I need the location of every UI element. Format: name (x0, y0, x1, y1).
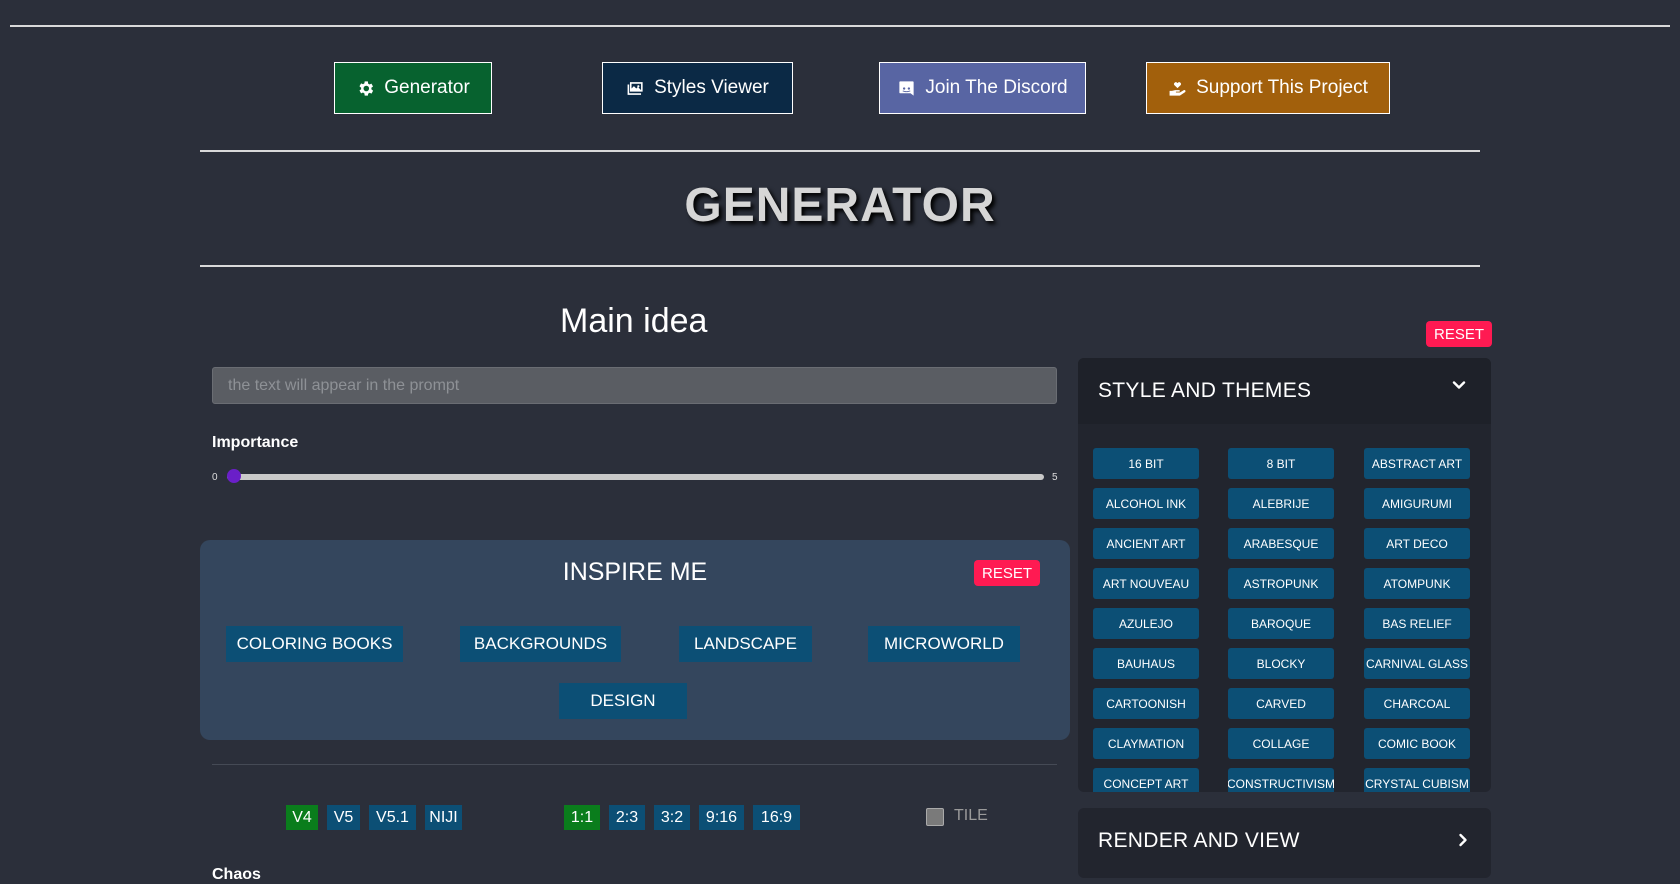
importance-label: Importance (212, 434, 299, 451)
style-button[interactable]: BLOCKY (1228, 648, 1334, 679)
page-title: GENERATOR (684, 179, 996, 232)
importance-min-label: 0 (212, 472, 218, 483)
chevron-right-icon[interactable] (1456, 833, 1470, 847)
style-and-themes-title: STYLE AND THEMES (1098, 379, 1312, 402)
style-button[interactable]: BAS RELIEF (1364, 608, 1470, 639)
options-divider (212, 764, 1057, 765)
style-button[interactable]: COMIC BOOK (1364, 728, 1470, 759)
generator-nav-label: Generator (384, 77, 470, 98)
render-and-view-title: RENDER AND VIEW (1098, 829, 1300, 852)
ratio-1-1-button[interactable]: 1:1 (564, 805, 600, 830)
version-v5-button[interactable]: V5 (327, 805, 360, 830)
ratio-9-16-button[interactable]: 9:16 (699, 805, 744, 830)
importance-slider[interactable] (227, 474, 1044, 480)
style-button[interactable]: CLAYMATION (1093, 728, 1199, 759)
discord-icon (899, 80, 915, 96)
style-and-themes-panel: STYLE AND THEMES 16 BIT 8 BIT ABSTRACT ART… (1078, 358, 1491, 792)
style-button[interactable]: ALCOHOL INK (1093, 488, 1199, 519)
header-divider-bottom (200, 265, 1480, 267)
style-button[interactable]: CARVED (1228, 688, 1334, 719)
gear-icon (359, 80, 374, 96)
style-button[interactable]: ATOMPUNK (1364, 568, 1470, 599)
importance-max-label: 5 (1052, 472, 1058, 483)
style-button[interactable]: ABSTRACT ART (1364, 448, 1470, 479)
style-button[interactable]: 8 BIT (1228, 448, 1334, 479)
style-button[interactable]: CARNIVAL GLASS (1364, 648, 1470, 679)
ratio-2-3-button[interactable]: 2:3 (609, 805, 645, 830)
style-button[interactable]: COLLAGE (1228, 728, 1334, 759)
styles-reset-button[interactable]: RESET (1426, 321, 1492, 347)
style-button[interactable]: ART DECO (1364, 528, 1470, 559)
inspire-coloring-books-button[interactable]: COLORING BOOKS (226, 626, 403, 662)
render-and-view-panel[interactable]: RENDER AND VIEW (1078, 808, 1491, 878)
inspire-backgrounds-button[interactable]: BACKGROUNDS (460, 626, 621, 662)
main-idea-title: Main idea (560, 302, 708, 340)
tile-checkbox[interactable] (926, 808, 944, 826)
styles-viewer-nav-button[interactable]: Styles Viewer (602, 62, 793, 114)
style-button[interactable]: CONCEPT ART (1093, 768, 1199, 792)
style-buttons-grid[interactable]: 16 BIT 8 BIT ABSTRACT ART ALCOHOL INK ALEBRI… (1078, 424, 1491, 792)
inspire-design-button[interactable]: DESIGN (559, 683, 687, 719)
style-button[interactable]: ANCIENT ART (1093, 528, 1199, 559)
support-nav-button[interactable]: Support This Project (1146, 62, 1390, 114)
style-button[interactable]: CRYSTAL CUBISM (1364, 768, 1470, 792)
header-divider-top (200, 150, 1480, 152)
style-button[interactable]: ALEBRIJE (1228, 488, 1334, 519)
inspire-microworld-button[interactable]: MICROWORLD (868, 626, 1020, 662)
images-icon (627, 81, 643, 95)
discord-nav-button[interactable]: Join The Discord (879, 62, 1086, 114)
style-button[interactable]: AMIGURUMI (1364, 488, 1470, 519)
inspire-me-title: INSPIRE ME (562, 558, 708, 586)
style-and-themes-header[interactable]: STYLE AND THEMES (1078, 358, 1491, 424)
style-button[interactable]: BAROQUE (1228, 608, 1334, 639)
styles-viewer-nav-label: Styles Viewer (654, 77, 769, 98)
ratio-16-9-button[interactable]: 16:9 (753, 805, 800, 830)
style-button[interactable]: ARABESQUE (1228, 528, 1334, 559)
chaos-label: Chaos (212, 866, 261, 883)
style-button[interactable]: 16 BIT (1093, 448, 1199, 479)
style-button[interactable]: AZULEJO (1093, 608, 1199, 639)
inspire-me-panel: INSPIRE ME RESET COLORING BOOKS BACKGROU… (200, 540, 1070, 740)
style-button[interactable]: CARTOONISH (1093, 688, 1199, 719)
inspire-reset-button[interactable]: RESET (974, 560, 1040, 586)
style-button[interactable]: BAUHAUS (1093, 648, 1199, 679)
ratio-3-2-button[interactable]: 3:2 (654, 805, 690, 830)
hand-holding-heart-icon (1169, 81, 1186, 96)
generator-nav-button[interactable]: Generator (334, 62, 492, 114)
style-button[interactable]: ASTROPUNK (1228, 568, 1334, 599)
top-divider (10, 25, 1670, 27)
chevron-down-icon[interactable] (1452, 378, 1466, 392)
tile-label: TILE (954, 807, 988, 824)
version-v51-button[interactable]: V5.1 (369, 805, 416, 830)
support-nav-label: Support This Project (1196, 77, 1368, 98)
version-niji-button[interactable]: NIJI (425, 805, 462, 830)
version-v4-button[interactable]: V4 (286, 805, 318, 830)
style-button[interactable]: CONSTRUCTIVISM (1228, 768, 1334, 792)
discord-nav-label: Join The Discord (925, 77, 1068, 98)
style-button[interactable]: CHARCOAL (1364, 688, 1470, 719)
inspire-landscape-button[interactable]: LANDSCAPE (679, 626, 812, 662)
prompt-input[interactable] (212, 367, 1057, 404)
importance-slider-thumb[interactable] (227, 469, 241, 483)
style-button[interactable]: ART NOUVEAU (1093, 568, 1199, 599)
